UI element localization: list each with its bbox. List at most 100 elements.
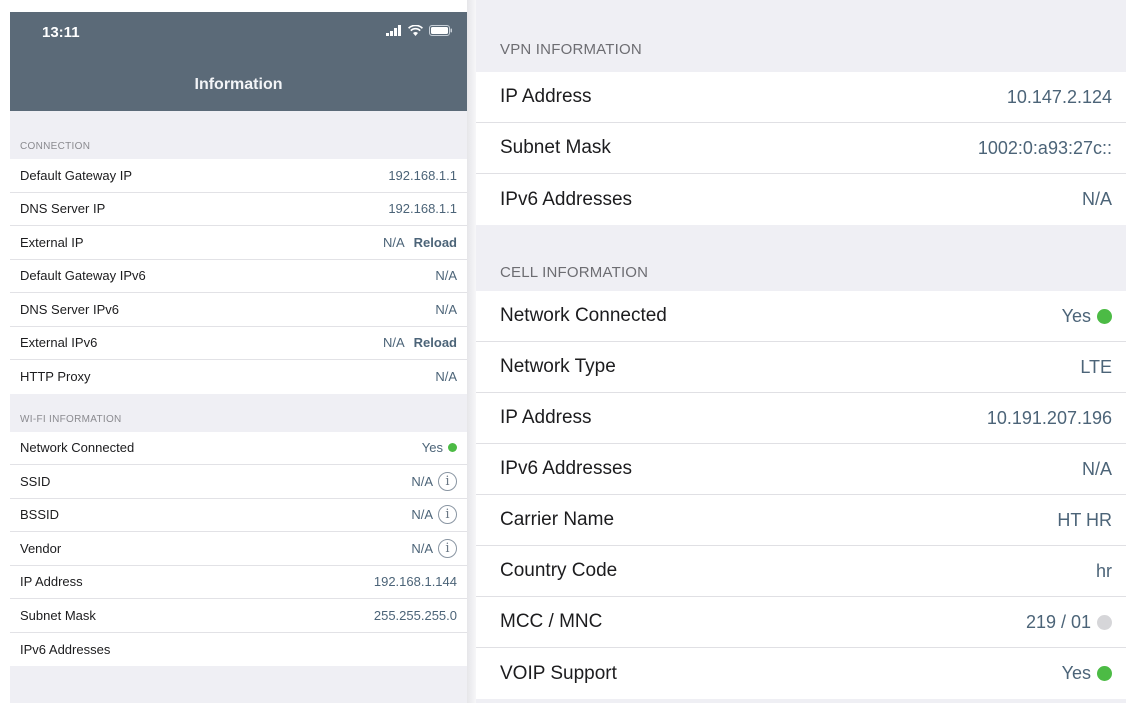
list-item-cell-ipv6-addresses: IPv6 Addresses N/A xyxy=(476,444,1126,495)
list-item-wifi-subnet-mask: Subnet Mask 255.255.255.0 xyxy=(10,599,467,633)
right-panel: VPN INFORMATION IP Address 10.147.2.124 … xyxy=(476,0,1126,703)
info-icon[interactable]: i xyxy=(438,471,457,491)
row-value: 10.147.2.124 xyxy=(1006,86,1112,107)
navigation-bar: 13:11 Information xyxy=(10,12,467,111)
row-label: External IPv6 xyxy=(20,335,98,351)
row-label: IPv6 Addresses xyxy=(20,641,111,657)
row-value: Yes xyxy=(1061,663,1091,683)
info-icon[interactable]: i xyxy=(438,538,457,558)
reload-external-ip-button[interactable]: Reload xyxy=(414,235,457,250)
row-value: LTE xyxy=(1080,356,1112,377)
row-label: VOIP Support xyxy=(500,662,617,684)
row-value: 192.168.1.1 xyxy=(388,167,457,183)
row-label: DNS Server IP xyxy=(20,201,106,217)
row-label: IP Address xyxy=(500,86,592,107)
list-item-vendor: Vendor N/A i xyxy=(10,532,467,566)
list-item-wifi-ipv6-addresses: IPv6 Addresses xyxy=(10,633,467,667)
list-item-external-ipv6: External IPv6 N/A Reload xyxy=(10,327,467,360)
list-item-vpn-ip-address: IP Address 10.147.2.124 xyxy=(476,72,1126,123)
row-label: Carrier Name xyxy=(500,509,615,530)
list-item-carrier-name: Carrier Name HT HR xyxy=(476,495,1126,546)
battery-icon xyxy=(429,25,452,36)
info-icon[interactable]: i xyxy=(438,505,457,525)
status-time: 13:11 xyxy=(42,24,80,41)
row-value: 192.168.1.1 xyxy=(388,201,457,217)
row-label: IP Address xyxy=(20,574,83,590)
row-value: HT HR xyxy=(1057,509,1112,530)
list-item-default-gateway-ip: Default Gateway IP 192.168.1.1 xyxy=(10,159,467,193)
row-value: Yes xyxy=(421,440,443,456)
row-label: Network Connected xyxy=(500,305,667,326)
row-value: N/A xyxy=(411,540,433,556)
row-label: Subnet Mask xyxy=(500,137,611,158)
list-item-external-ip: External IP N/A Reload xyxy=(10,226,467,260)
connection-list: Default Gateway IP 192.168.1.1 DNS Serve… xyxy=(10,159,467,394)
row-value: 10.191.207.196 xyxy=(986,407,1112,428)
status-icons xyxy=(386,25,453,36)
row-label: Default Gateway IPv6 xyxy=(20,268,146,284)
row-label: Default Gateway IP xyxy=(20,167,132,183)
cell-section-header: CELL INFORMATION xyxy=(500,264,649,281)
row-value: 192.168.1.144 xyxy=(373,574,457,590)
vpn-section-header: VPN INFORMATION xyxy=(500,41,642,58)
connection-section-header: CONNECTION xyxy=(20,141,91,152)
list-item-dns-server-ipv6: DNS Server IPv6 N/A xyxy=(10,293,467,327)
list-item-vpn-subnet-mask: Subnet Mask 1002:0:a93:27c:: xyxy=(476,123,1126,174)
status-dot-icon xyxy=(1097,614,1112,630)
row-label: Vendor xyxy=(20,540,62,556)
status-dot-icon xyxy=(1097,666,1112,681)
row-label: IPv6 Addresses xyxy=(500,188,633,210)
page-title: Information xyxy=(194,76,283,93)
list-item-wifi-network-connected: Network Connected Yes xyxy=(10,432,467,465)
row-value: 255.255.255.0 xyxy=(373,607,457,623)
list-item-cell-ip-address: IP Address 10.191.207.196 xyxy=(476,393,1126,444)
row-value: N/A xyxy=(411,473,433,489)
row-value: N/A xyxy=(435,268,457,284)
list-item-network-type: Network Type LTE xyxy=(476,342,1126,393)
row-value: 1002:0:a93:27c:: xyxy=(977,137,1112,158)
row-label: External IP xyxy=(20,234,84,250)
row-value: 219 / 01 xyxy=(1025,611,1091,632)
row-value: N/A xyxy=(382,335,405,351)
status-dot-icon xyxy=(448,443,457,453)
list-item-bssid: BSSID N/A i xyxy=(10,499,467,532)
row-label: Network Type xyxy=(500,356,616,377)
row-value: N/A xyxy=(1081,458,1112,479)
row-value: Yes xyxy=(1061,305,1091,326)
reload-external-ipv6-button[interactable]: Reload xyxy=(414,335,457,350)
status-dot-icon xyxy=(1097,308,1112,324)
row-label: Country Code xyxy=(500,560,618,581)
row-label: BSSID xyxy=(20,507,60,523)
list-item-vpn-ipv6-addresses: IPv6 Addresses N/A xyxy=(476,174,1126,225)
list-item-country-code: Country Code hr xyxy=(476,546,1126,597)
list-item-mcc-mnc: MCC / MNC 219 / 01 xyxy=(476,597,1126,648)
row-value: N/A xyxy=(435,369,457,385)
cell-list: Network Connected Yes Network Type LTE I… xyxy=(476,291,1126,699)
row-value: N/A xyxy=(382,234,405,250)
list-item-wifi-ip-address: IP Address 192.168.1.144 xyxy=(10,566,467,599)
row-label: SSID xyxy=(20,473,51,489)
row-label: IP Address xyxy=(500,407,592,428)
wifi-list: Network Connected Yes SSID N/A i BSSID N… xyxy=(10,431,467,667)
row-value: hr xyxy=(1095,560,1112,581)
list-item-default-gateway-ipv6: Default Gateway IPv6 N/A xyxy=(10,260,467,293)
list-item-cell-network-connected: Network Connected Yes xyxy=(476,291,1126,342)
left-panel: 13:11 Information CONNECTION Default Gat… xyxy=(10,12,467,703)
cellular-signal-icon xyxy=(386,25,401,36)
list-item-ssid: SSID N/A i xyxy=(10,465,467,499)
vpn-list: IP Address 10.147.2.124 Subnet Mask 1002… xyxy=(476,72,1126,225)
row-value: N/A xyxy=(411,507,433,523)
list-item-voip-support: VOIP Support Yes xyxy=(476,648,1126,699)
wifi-section-header: WI-FI INFORMATION xyxy=(20,413,122,425)
row-label: HTTP Proxy xyxy=(20,369,91,385)
row-label: Subnet Mask xyxy=(20,607,96,623)
panel-divider xyxy=(467,0,476,703)
list-item-http-proxy: HTTP Proxy N/A xyxy=(10,360,467,394)
row-label: IPv6 Addresses xyxy=(500,458,633,479)
wifi-icon xyxy=(408,25,423,36)
row-value: N/A xyxy=(1081,189,1112,209)
row-value: N/A xyxy=(435,301,457,317)
row-label: DNS Server IPv6 xyxy=(20,301,119,317)
row-label: Network Connected xyxy=(20,440,135,456)
row-label: MCC / MNC xyxy=(500,611,603,632)
